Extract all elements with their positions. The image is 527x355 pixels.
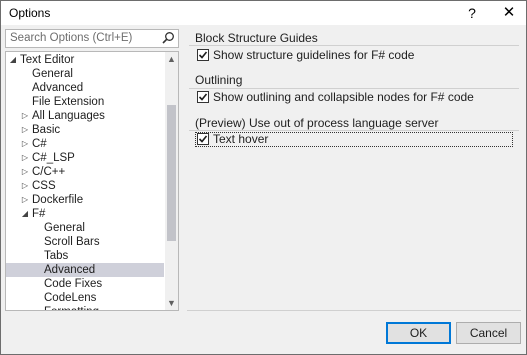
options-navigation: Search Options (Ctrl+E) ◢ Text Editor Gene… — [5, 29, 179, 311]
expanded-arrow-icon[interactable]: ◢ — [20, 207, 30, 221]
structure-guidelines-checkbox[interactable] — [197, 49, 209, 61]
block-structure-header: Block Structure Guides — [195, 31, 318, 45]
tree-item-label: C#_LSP — [32, 152, 75, 164]
collapsed-arrow-icon[interactable]: ▷ — [20, 179, 30, 193]
outlining-label: Show outlining and collapsible nodes for… — [213, 90, 474, 104]
tree-item-label: C/C++ — [32, 166, 66, 178]
tree-item-label: Code Fixes — [44, 278, 103, 290]
tree-item[interactable]: ◢ Text Editor — [6, 53, 164, 67]
search-icon[interactable] — [161, 31, 175, 45]
language-server-header: (Preview) Use out of process language se… — [195, 116, 439, 130]
tree-item[interactable]: ◢ F# — [6, 207, 164, 221]
tree-item-label: General — [44, 222, 85, 234]
button-area-divider — [187, 310, 521, 311]
tree-item[interactable]: CodeLens — [6, 291, 164, 305]
collapsed-arrow-icon[interactable]: ▷ — [20, 151, 30, 165]
scroll-down-icon[interactable]: ▼ — [165, 296, 178, 310]
expanded-arrow-icon[interactable]: ◢ — [8, 53, 18, 67]
tree-item[interactable]: Advanced — [6, 81, 164, 95]
outlining-header: Outlining — [195, 73, 243, 87]
help-button[interactable]: ? — [456, 1, 488, 25]
ok-button[interactable]: OK — [386, 322, 451, 344]
settings-panel: Block Structure Guides Show structure gu… — [187, 29, 521, 314]
tree-item-label: Advanced — [44, 264, 96, 276]
text-hover-checkbox[interactable] — [197, 133, 209, 145]
search-input[interactable]: Search Options (Ctrl+E) — [5, 29, 179, 48]
tree-item-label: Dockerfile — [32, 194, 84, 206]
tree-scrollbar[interactable]: ▲ ▼ — [165, 52, 178, 310]
tree-item[interactable]: General — [6, 67, 164, 81]
tree-item[interactable]: Code Fixes — [6, 277, 164, 291]
tree-item-label: General — [32, 68, 73, 80]
tree-item[interactable]: Formatting — [6, 305, 164, 310]
tree-item-label: Advanced — [32, 82, 84, 94]
tree-item[interactable]: File Extension — [6, 95, 164, 109]
tree-item-label: Tabs — [44, 250, 69, 262]
tree-item[interactable]: Advanced — [6, 263, 164, 277]
collapsed-arrow-icon[interactable]: ▷ — [20, 109, 30, 123]
collapsed-arrow-icon[interactable]: ▷ — [20, 123, 30, 137]
tree-item-label: Formatting — [44, 305, 99, 310]
outlining-checkbox[interactable] — [197, 91, 209, 103]
section-divider — [189, 130, 519, 131]
tree-item[interactable]: ▷ Dockerfile — [6, 193, 164, 207]
tree-item-label: All Languages — [32, 110, 105, 122]
section-divider — [189, 88, 519, 89]
tree-item[interactable]: ▷ CSS — [6, 179, 164, 193]
search-placeholder: Search Options (Ctrl+E) — [10, 32, 133, 44]
options-tree[interactable]: ◢ Text Editor General Advanced File Extensio… — [5, 51, 179, 311]
tree-list: ◢ Text Editor General Advanced File Extensio… — [6, 53, 164, 310]
tree-item-label: Text Editor — [20, 54, 75, 66]
tree-item-label: Scroll Bars — [44, 236, 100, 248]
tree-item[interactable]: ▷ C# — [6, 137, 164, 151]
options-dialog: Options ? ✕ Search Options (Ctrl+E) ◢ Tex… — [0, 0, 527, 355]
text-hover-label: Text hover — [213, 132, 269, 146]
tree-item[interactable]: ▷ All Languages — [6, 109, 164, 123]
title-bar: Options ? ✕ — [1, 1, 526, 25]
tree-item-label: Basic — [32, 124, 61, 136]
tree-item[interactable]: ▷ Basic — [6, 123, 164, 137]
collapsed-arrow-icon[interactable]: ▷ — [20, 193, 30, 207]
tree-item[interactable]: ▷ C/C++ — [6, 165, 164, 179]
tree-item-label: F# — [32, 208, 46, 220]
structure-guidelines-label: Show structure guidelines for F# code — [213, 48, 415, 62]
tree-item[interactable]: Tabs — [6, 249, 164, 263]
scroll-up-icon[interactable]: ▲ — [165, 52, 178, 66]
section-divider — [189, 45, 519, 46]
tree-item[interactable]: Scroll Bars — [6, 235, 164, 249]
tree-item[interactable]: ▷ C#_LSP — [6, 151, 164, 165]
scroll-thumb[interactable] — [167, 105, 176, 241]
tree-item[interactable]: General — [6, 221, 164, 235]
tree-item-label: File Extension — [32, 96, 105, 108]
cancel-button[interactable]: Cancel — [456, 322, 521, 344]
close-button[interactable]: ✕ — [493, 1, 525, 25]
tree-item-label: CodeLens — [44, 292, 97, 304]
window-title: Options — [9, 6, 51, 20]
collapsed-arrow-icon[interactable]: ▷ — [20, 165, 30, 179]
tree-item-label: CSS — [32, 180, 56, 192]
tree-item-label: C# — [32, 138, 47, 150]
collapsed-arrow-icon[interactable]: ▷ — [20, 137, 30, 151]
